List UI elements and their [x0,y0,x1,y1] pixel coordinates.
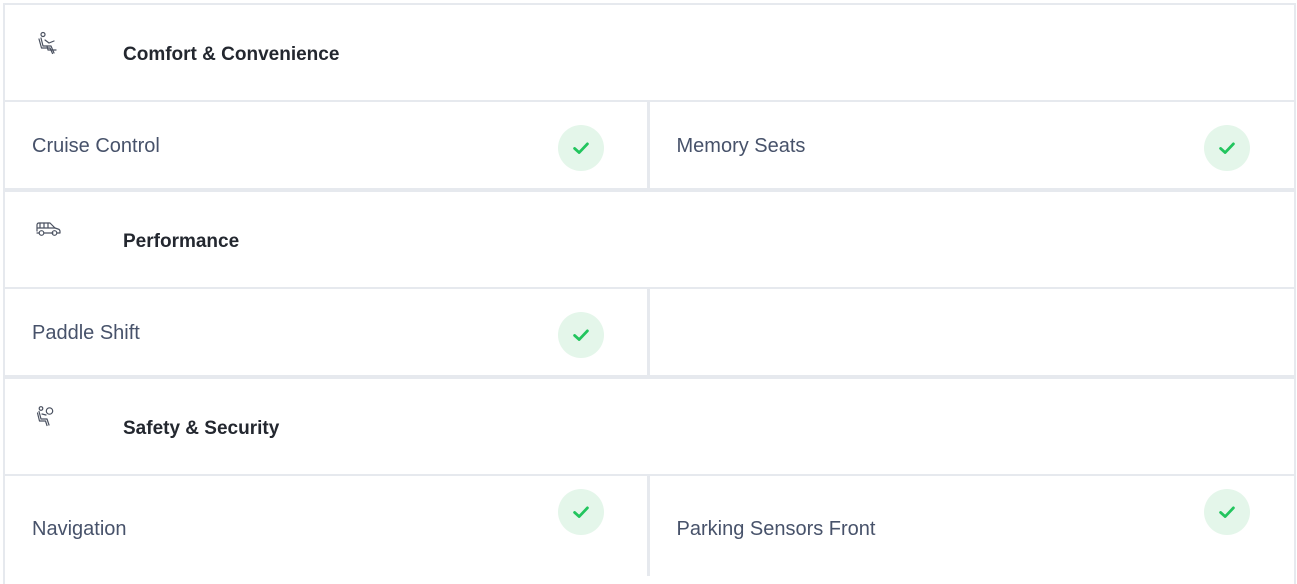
car-icon [35,218,61,244]
section-header-performance: Performance [5,192,1294,289]
feature-label: Cruise Control [32,135,160,157]
section-title: Comfort & Convenience [123,44,340,65]
feature-row: Paddle Shift [5,289,1294,379]
feature-row: Cruise Control Memory Seats [5,102,1294,192]
feature-label: Parking Sensors Front [676,518,876,540]
feature-label: Navigation [32,518,127,540]
feature-cell: Navigation [5,476,650,576]
section-header-safety: Safety & Security [5,379,1294,476]
airbag-icon [35,405,61,431]
feature-label: Memory Seats [676,135,806,157]
section-header-comfort: Comfort & Convenience [5,5,1294,102]
feature-label: Paddle Shift [32,322,140,344]
features-table: Comfort & Convenience Cruise Control Mem… [3,3,1296,584]
check-icon [1204,125,1250,171]
feature-cell-empty [650,289,1295,375]
section-title: Performance [123,231,240,252]
section-title: Safety & Security [123,418,280,439]
check-icon [1204,489,1250,535]
feature-cell: Parking Sensors Front [650,476,1295,576]
feature-row: Navigation Parking Sensors Front [5,476,1294,576]
check-icon [557,489,604,535]
check-icon [557,125,604,171]
check-icon [557,312,604,358]
feature-cell: Cruise Control [5,102,650,188]
feature-cell: Memory Seats [650,102,1295,188]
seat-icon [35,31,61,57]
feature-cell: Paddle Shift [5,289,650,375]
